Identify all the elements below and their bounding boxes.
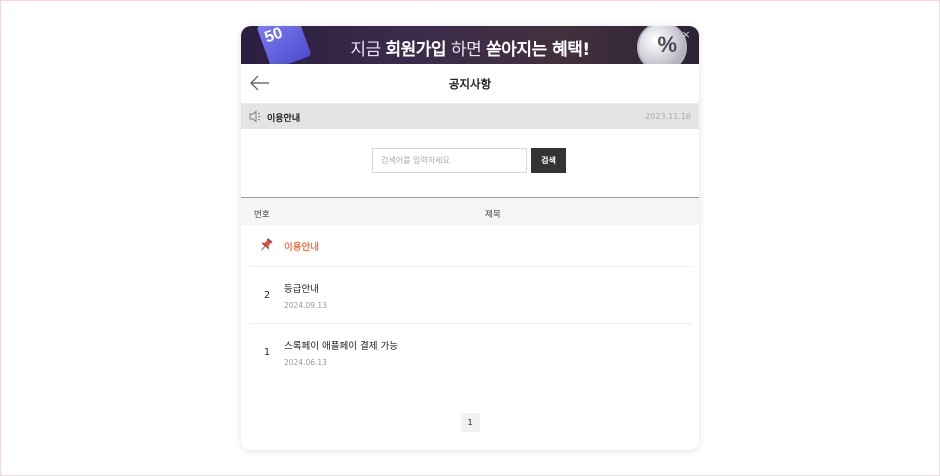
page-title: 공지사항: [448, 77, 492, 91]
banner-close-icon[interactable]: ×: [680, 29, 692, 41]
banner-headline: 지금 회원가입 하면 쏟아지는 혜택!: [241, 35, 699, 60]
notice-bar[interactable]: 이용안내 2023.11.16: [241, 104, 699, 129]
banner-text-benefits: 쏟아지는 혜택!: [486, 40, 590, 60]
table-header: 번호 제목: [241, 197, 699, 225]
pinned-notice-row[interactable]: 이용안내: [249, 225, 691, 267]
row-number: 2: [263, 290, 271, 301]
table-row[interactable]: 1 스록페이 애플페이 결제 가능 2024.06.13: [249, 324, 691, 381]
row-date: 2024.09.13: [284, 301, 327, 310]
page-header: 공지사항: [241, 64, 699, 104]
search-area: 검색: [241, 129, 699, 197]
speaker-icon: [249, 110, 261, 123]
signup-promo-banner[interactable]: 50 지금 회원가입 하면 쏟아지는 혜택! % ×: [241, 26, 699, 64]
page-button-1[interactable]: 1: [460, 413, 480, 432]
pinned-notice-title[interactable]: 이용안내: [284, 239, 319, 253]
row-title[interactable]: 등급안내: [284, 281, 319, 295]
banner-text-signup: 회원가입: [385, 40, 447, 60]
banner-text-mid: 하면: [446, 40, 487, 60]
table-row[interactable]: 2 등급안내 2024.09.13: [249, 267, 691, 324]
column-header-number: 번호: [254, 210, 270, 220]
search-button[interactable]: 검색: [531, 148, 566, 173]
column-header-title: 제목: [485, 210, 501, 220]
row-date: 2024.06.13: [284, 358, 327, 367]
notice-date: 2023.11.16: [645, 112, 691, 121]
pagination: 1: [241, 410, 699, 432]
notice-card: 50 지금 회원가입 하면 쏟아지는 혜택! % × 공지사항 이용안내 202…: [241, 26, 699, 450]
notice-label: 이용안내: [267, 114, 301, 124]
row-number: 1: [263, 347, 271, 358]
row-title[interactable]: 스록페이 애플페이 결제 가능: [284, 338, 398, 352]
search-input[interactable]: [372, 148, 527, 173]
banner-text-prefix: 지금: [350, 40, 386, 60]
notice-list: 이용안내 2 등급안내 2024.09.13 1 스록페이 애플페이 결제 가능…: [241, 225, 699, 381]
pushpin-icon: [261, 238, 273, 251]
percent-coin-text: %: [657, 32, 677, 57]
